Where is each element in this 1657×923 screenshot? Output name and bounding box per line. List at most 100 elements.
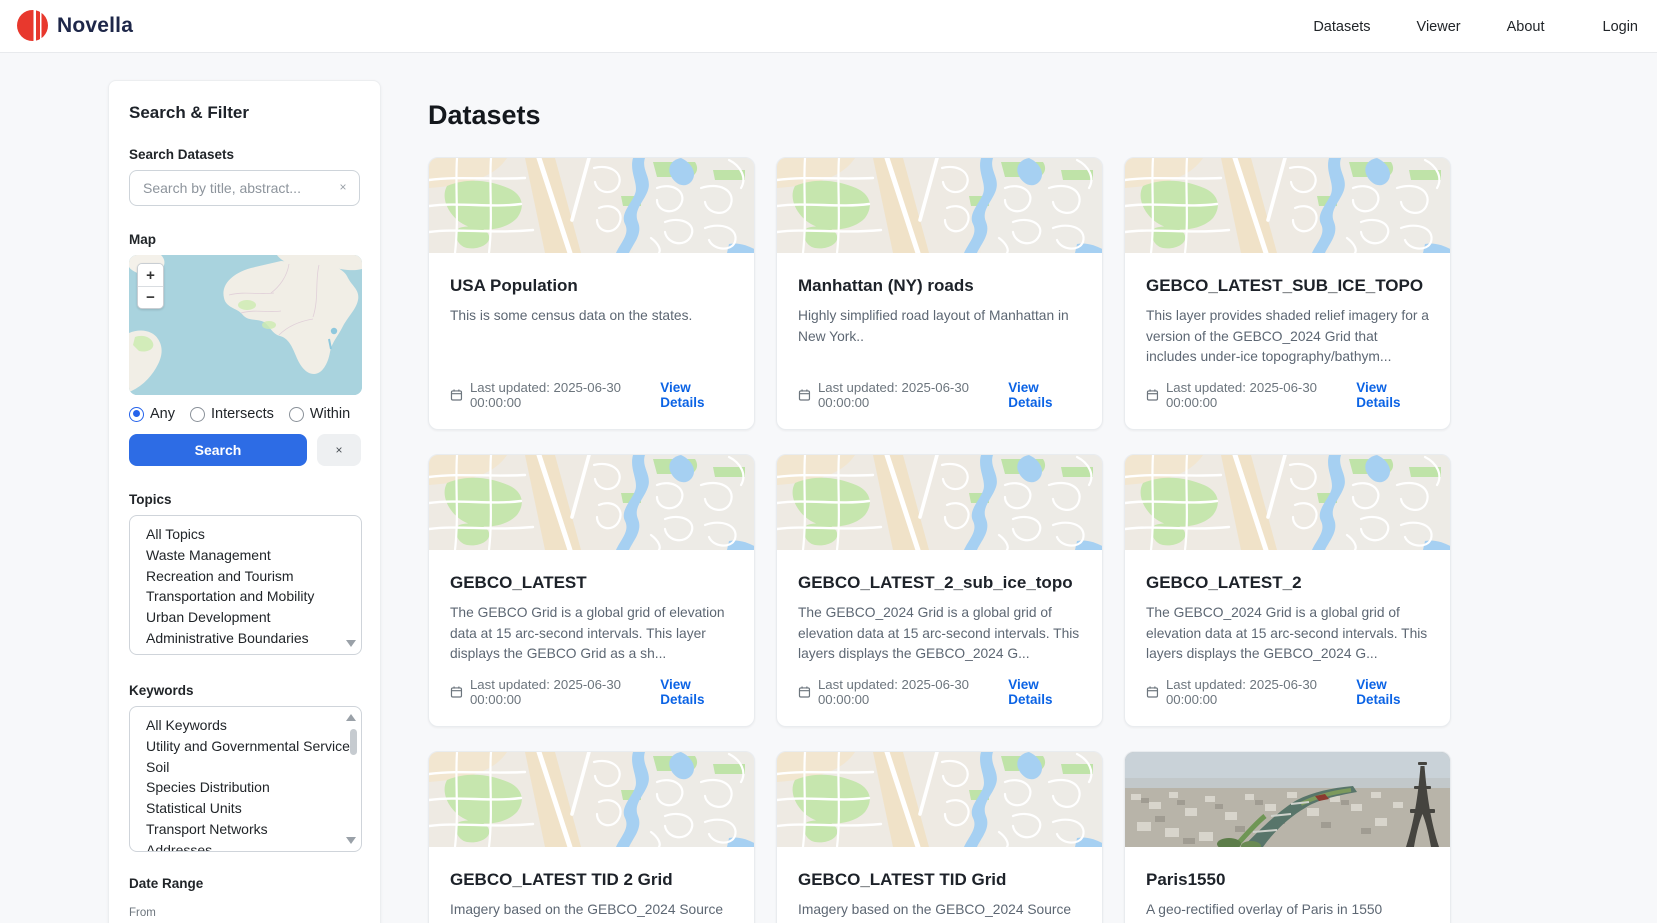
dataset-description: The GEBCO Grid is a global grid of eleva… <box>450 603 733 665</box>
date-range-label: Date Range <box>129 876 360 891</box>
view-details-link[interactable]: View Details <box>660 380 733 410</box>
search-input[interactable] <box>129 170 360 206</box>
dataset-thumbnail-image <box>1125 158 1451 253</box>
dataset-title: GEBCO_LATEST_2_sub_ice_topo <box>798 573 1081 593</box>
radio-icon <box>289 407 304 422</box>
dataset-title: USA Population <box>450 276 733 296</box>
brand[interactable]: Novella <box>17 10 133 41</box>
last-updated-text: Last updated: 2025-06-30 00:00:00 <box>470 677 660 707</box>
last-updated-text: Last updated: 2025-06-30 00:00:00 <box>470 380 660 410</box>
keyword-option[interactable]: Soil <box>146 757 361 778</box>
dataset-thumbnail-image <box>429 158 755 253</box>
topic-option[interactable]: Waste Management <box>146 545 361 566</box>
nav-link-datasets[interactable]: Datasets <box>1313 19 1370 35</box>
dataset-card: GEBCO_LATEST TID 2 Grid Imagery based on… <box>428 751 755 923</box>
calendar-icon <box>798 388 811 402</box>
dataset-thumbnail-image <box>777 752 1103 847</box>
dataset-thumbnail-image <box>1125 752 1451 847</box>
view-details-link[interactable]: View Details <box>660 677 733 707</box>
nav-link-viewer[interactable]: Viewer <box>1417 19 1461 35</box>
keywords-scrollbar-thumb[interactable] <box>350 729 357 755</box>
search-button[interactable]: Search <box>129 434 307 466</box>
dataset-title: GEBCO_LATEST TID 2 Grid <box>450 870 733 890</box>
dataset-description: This is some census data on the states. <box>450 306 733 327</box>
dataset-card: Manhattan (NY) roads Highly simplified r… <box>776 157 1103 430</box>
topics-list: All TopicsWaste ManagementRecreation and… <box>130 516 361 655</box>
keyword-option[interactable]: Species Distribution <box>146 777 361 798</box>
keyword-option[interactable]: All Keywords <box>146 715 361 736</box>
dataset-description: This layer provides shaded relief imager… <box>1146 306 1429 368</box>
dataset-card: GEBCO_LATEST_2_sub_ice_topo The GEBCO_20… <box>776 454 1103 727</box>
last-updated-text: Last updated: 2025-06-30 00:00:00 <box>818 677 1008 707</box>
radio-any[interactable]: Any <box>129 406 175 422</box>
dataset-description: Imagery based on the GEBCO_2024 Source D… <box>450 900 733 923</box>
dataset-description: A geo-rectified overlay of Paris in 1550 <box>1146 900 1429 921</box>
map-label: Map <box>129 232 360 247</box>
keyword-option[interactable]: Transport Networks <box>146 819 361 840</box>
zoom-in-button[interactable]: + <box>138 264 163 286</box>
keywords-listbox: All KeywordsUtility and Governmental Ser… <box>129 706 362 852</box>
radio-intersects[interactable]: Intersects <box>190 406 274 422</box>
dataset-description: The GEBCO_2024 Grid is a global grid of … <box>1146 603 1429 665</box>
top-navbar: Novella Datasets Viewer About Login <box>0 0 1657 53</box>
view-details-link[interactable]: View Details <box>1008 380 1081 410</box>
topic-option[interactable]: Administrative Boundaries <box>146 628 361 649</box>
from-label: From <box>129 907 360 919</box>
last-updated-text: Last updated: 2025-06-30 00:00:00 <box>1166 380 1356 410</box>
clear-filters-button[interactable]: × <box>317 434 361 466</box>
page-title: Datasets <box>428 100 541 131</box>
dataset-title: Paris1550 <box>1146 870 1429 890</box>
topic-option[interactable]: All Topics <box>146 524 361 545</box>
nav-link-login[interactable]: Login <box>1603 19 1638 35</box>
topic-option[interactable]: Transportation and Mobility <box>146 586 361 607</box>
radio-label: Intersects <box>211 406 274 422</box>
view-details-link[interactable]: View Details <box>1356 677 1429 707</box>
calendar-icon <box>798 685 811 699</box>
topic-option[interactable]: Recreation and Tourism <box>146 566 361 587</box>
dataset-card: GEBCO_LATEST TID Grid Imagery based on t… <box>776 751 1103 923</box>
search-datasets-label: Search Datasets <box>129 147 360 162</box>
topics-label: Topics <box>129 492 360 507</box>
radio-icon <box>190 407 205 422</box>
search-filter-panel: Search & Filter Search Datasets × Map <box>108 80 381 923</box>
keywords-list: All KeywordsUtility and Governmental Ser… <box>130 707 361 852</box>
dataset-description: Highly simplified road layout of Manhatt… <box>798 306 1081 347</box>
topic-option[interactable]: Urban Development <box>146 607 361 628</box>
topics-scroll-down-icon[interactable] <box>346 640 356 647</box>
topics-listbox: All TopicsWaste ManagementRecreation and… <box>129 515 362 655</box>
zoom-out-button[interactable]: − <box>138 286 163 308</box>
keywords-scroll-up-icon[interactable] <box>346 714 356 721</box>
radio-within[interactable]: Within <box>289 406 350 422</box>
calendar-icon <box>1146 685 1159 699</box>
keywords-scroll-down-icon[interactable] <box>346 837 356 844</box>
keyword-option[interactable]: Statistical Units <box>146 798 361 819</box>
view-details-link[interactable]: View Details <box>1356 380 1429 410</box>
view-details-link[interactable]: View Details <box>1008 677 1081 707</box>
dataset-title: GEBCO_LATEST TID Grid <box>798 870 1081 890</box>
last-updated: Last updated: 2025-06-30 00:00:00 <box>798 380 1008 410</box>
dataset-card: GEBCO_LATEST_SUB_ICE_TOPO This layer pro… <box>1124 157 1451 430</box>
dataset-card: GEBCO_LATEST_2 The GEBCO_2024 Grid is a … <box>1124 454 1451 727</box>
keyword-option[interactable]: Addresses <box>146 840 361 852</box>
dataset-title: GEBCO_LATEST <box>450 573 733 593</box>
calendar-icon <box>450 388 463 402</box>
dataset-title: Manhattan (NY) roads <box>798 276 1081 296</box>
panel-title: Search & Filter <box>129 103 360 123</box>
last-updated-text: Last updated: 2025-06-30 00:00:00 <box>1166 677 1356 707</box>
nav-link-about[interactable]: About <box>1507 19 1545 35</box>
radio-label: Any <box>150 406 175 422</box>
dataset-thumbnail-image <box>777 455 1103 550</box>
dataset-title: GEBCO_LATEST_2 <box>1146 573 1429 593</box>
dataset-thumbnail-image <box>777 158 1103 253</box>
last-updated: Last updated: 2025-06-30 00:00:00 <box>1146 380 1356 410</box>
spatial-filter-map[interactable]: + − <box>129 255 362 395</box>
novella-logo-icon <box>17 10 48 41</box>
keyword-option[interactable]: Utility and Governmental Services <box>146 736 361 757</box>
search-clear-icon[interactable]: × <box>335 179 351 195</box>
dataset-thumbnail-image <box>1125 455 1451 550</box>
keywords-label: Keywords <box>129 683 360 698</box>
dataset-grid: USA Population This is some census data … <box>428 157 1451 923</box>
last-updated: Last updated: 2025-06-30 00:00:00 <box>450 380 660 410</box>
dataset-thumbnail-image <box>429 752 755 847</box>
topic-option[interactable]: Agriculture and Farming <box>146 649 361 655</box>
